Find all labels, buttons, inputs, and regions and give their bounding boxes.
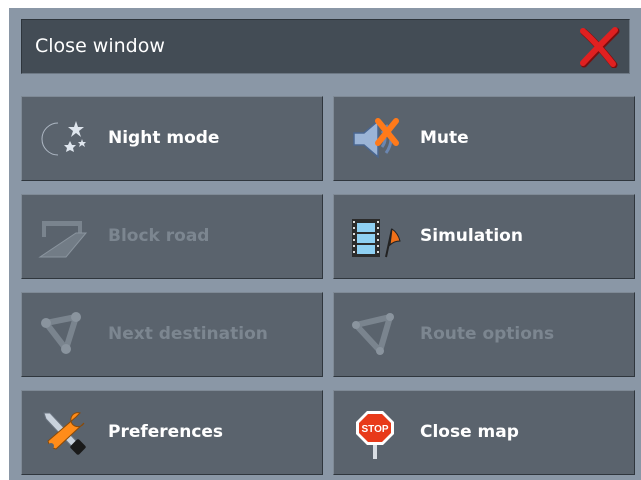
next-destination-button[interactable]: Next destination — [21, 292, 323, 377]
road-block-icon — [38, 221, 88, 258]
close-map-button[interactable]: STOP Close map — [333, 390, 635, 475]
mute-label: Mute — [420, 128, 469, 148]
close-icon[interactable] — [577, 26, 621, 68]
simulation-label: Simulation — [420, 226, 523, 246]
block-road-label: Block road — [108, 226, 210, 246]
film-flag-icon — [352, 219, 401, 258]
preferences-button[interactable]: Preferences — [21, 390, 323, 475]
dialog-frame: Close window Night mode Mute Block road … — [9, 8, 641, 480]
simulation-button[interactable]: Simulation — [333, 194, 635, 279]
tools-icon — [43, 412, 86, 455]
next-destination-label: Next destination — [108, 324, 268, 344]
night-mode-label: Night mode — [108, 128, 220, 148]
route-waypoint-icon — [41, 312, 81, 354]
svg-text:STOP: STOP — [361, 424, 388, 435]
stop-sign-icon: STOP — [356, 411, 394, 459]
route-options-label: Route options — [420, 324, 555, 344]
close-map-label: Close map — [420, 422, 519, 442]
route-options-button[interactable]: Route options — [333, 292, 635, 377]
night-mode-button[interactable]: Night mode — [21, 96, 323, 181]
window-title: Close window — [35, 35, 165, 57]
speaker-mute-icon — [353, 118, 399, 159]
mute-button[interactable]: Mute — [333, 96, 635, 181]
block-road-button[interactable]: Block road — [21, 194, 323, 279]
preferences-label: Preferences — [108, 422, 224, 442]
title-bar: Close window — [21, 19, 630, 74]
route-options-icon — [352, 313, 394, 355]
moon-stars-icon — [41, 121, 86, 156]
